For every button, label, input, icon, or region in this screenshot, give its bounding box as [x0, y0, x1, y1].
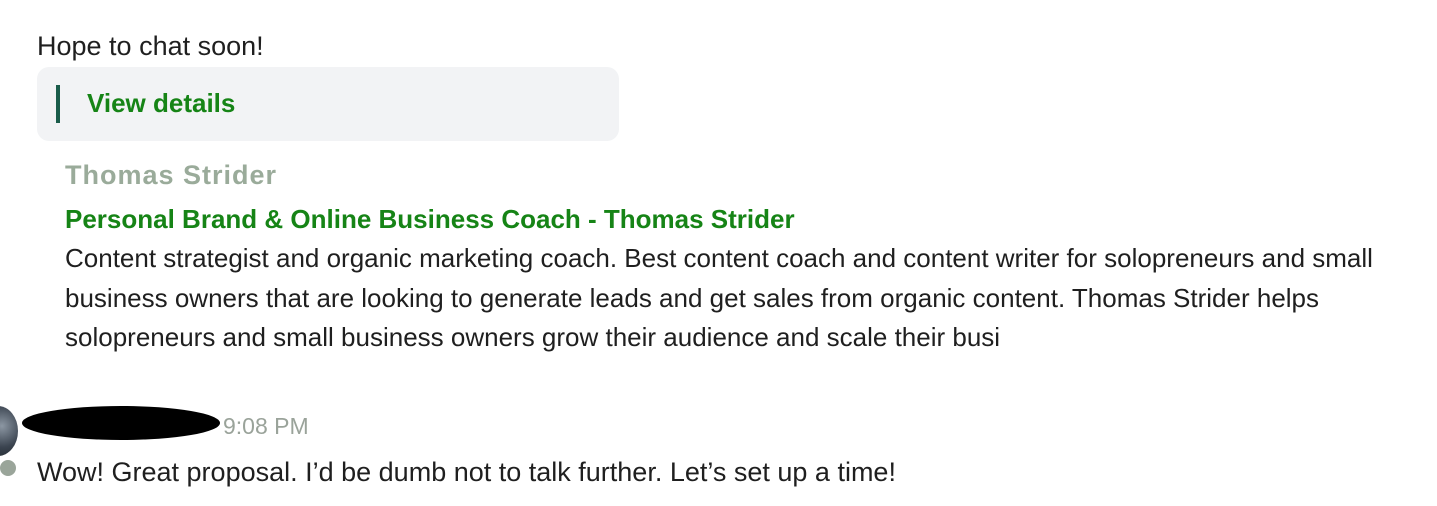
chat-thread: Hope to chat soon! View details Thomas S…: [0, 0, 1437, 506]
message-timestamp: 9:08 PM: [223, 413, 309, 439]
avatar[interactable]: [0, 406, 18, 456]
link-preview-title[interactable]: Personal Brand & Online Business Coach -…: [65, 201, 1405, 237]
message-text: Hope to chat soon!: [37, 31, 264, 61]
link-preview: Thomas Strider Personal Brand & Online B…: [65, 155, 1405, 358]
link-preview-site-name: Thomas Strider: [65, 160, 278, 190]
reply-message-text: Wow! Great proposal. I’d be dumb not to …: [37, 457, 896, 487]
view-details-card[interactable]: View details: [37, 67, 619, 141]
presence-status-dot: [0, 458, 18, 478]
card-accent-bar: [56, 85, 60, 123]
link-preview-description: Content strategist and organic marketing…: [65, 243, 1373, 352]
view-details-link[interactable]: View details: [87, 84, 235, 122]
sender-name-redacted: [22, 406, 220, 440]
